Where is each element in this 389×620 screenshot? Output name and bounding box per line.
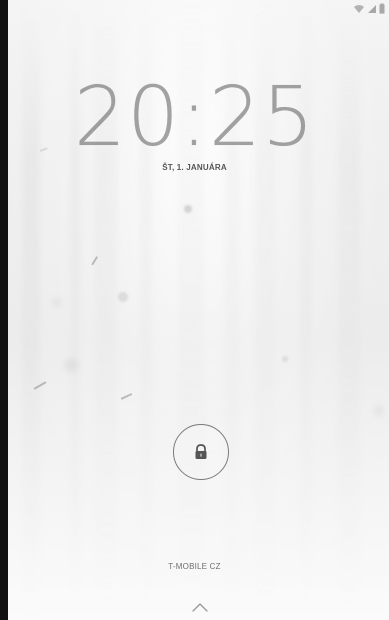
swipe-up-hint[interactable] <box>190 601 210 613</box>
unlock-button[interactable] <box>173 424 229 480</box>
battery-icon <box>379 3 385 14</box>
signal-icon <box>367 4 377 14</box>
status-bar <box>9 0 389 20</box>
lockscreen: 20:25 ŠT, 1. JANUÁRA T-MOBILE CZ <box>0 0 389 620</box>
status-icons <box>353 3 385 14</box>
wifi-icon <box>353 4 365 14</box>
lock-icon <box>194 444 208 460</box>
carrier-label: T-MOBILE CZ <box>168 562 221 571</box>
chevron-up-icon <box>190 601 210 613</box>
date: ŠT, 1. JANUÁRA <box>162 163 227 172</box>
clock: 20:25 <box>73 70 316 165</box>
